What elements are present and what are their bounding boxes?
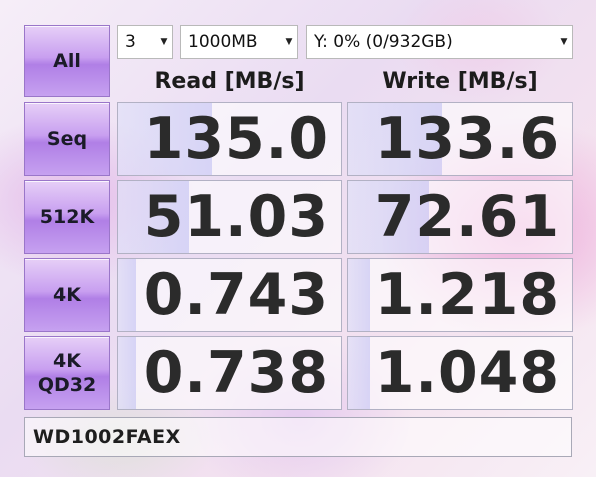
4k-read-number: 0.743 <box>143 262 329 328</box>
512k-write-value: 72.61 <box>347 180 573 254</box>
test-size-select[interactable]: 1000MB ▼ <box>180 25 298 59</box>
chevron-down-icon: ▼ <box>285 37 293 47</box>
4k-qd32-button-label-line1: 4K <box>53 350 81 372</box>
all-button[interactable]: All <box>24 25 110 97</box>
chevron-down-icon: ▼ <box>160 37 168 47</box>
test-count-select[interactable]: 3 ▼ <box>117 25 173 59</box>
test-count-value: 3 <box>125 32 136 52</box>
drive-select[interactable]: Y: 0% (0/932GB) ▼ <box>306 25 573 59</box>
512k-button-label: 512K <box>39 206 95 228</box>
write-column-header: Write [MB/s] <box>382 68 538 94</box>
4k-qd32-write-number: 1.048 <box>374 340 560 406</box>
512k-write-number: 72.61 <box>374 184 560 250</box>
4k-qd32-write-value: 1.048 <box>347 336 573 410</box>
crystaldiskmark-window: All 3 ▼ 1000MB ▼ Y: 0% (0/932GB) ▼ Read … <box>0 0 596 477</box>
4k-read-value: 0.743 <box>117 258 342 332</box>
seq-button[interactable]: Seq <box>24 102 110 176</box>
seq-read-value: 135.0 <box>117 102 342 176</box>
drive-value: Y: 0% (0/932GB) <box>314 32 453 52</box>
4k-button-label: 4K <box>53 284 81 306</box>
seq-button-label: Seq <box>46 128 88 150</box>
comment-field[interactable]: WD1002FAEX <box>24 417 572 457</box>
4k-write-value: 1.218 <box>347 258 573 332</box>
4k-qd32-button-label-line2: QD32 <box>37 374 97 396</box>
seq-read-number: 135.0 <box>143 106 329 172</box>
4k-qd32-read-number: 0.738 <box>143 340 329 406</box>
seq-write-value: 133.6 <box>347 102 573 176</box>
test-size-value: 1000MB <box>188 32 258 52</box>
4k-write-number: 1.218 <box>374 262 560 328</box>
512k-read-number: 51.03 <box>143 184 329 250</box>
512k-read-value: 51.03 <box>117 180 342 254</box>
4k-qd32-read-value: 0.738 <box>117 336 342 410</box>
4k-qd32-button[interactable]: 4K QD32 <box>24 336 110 410</box>
read-column-header: Read [MB/s] <box>154 68 305 94</box>
seq-write-number: 133.6 <box>374 106 560 172</box>
4k-button[interactable]: 4K <box>24 258 110 332</box>
512k-button[interactable]: 512K <box>24 180 110 254</box>
all-button-label: All <box>53 50 81 72</box>
chevron-down-icon: ▼ <box>560 37 568 47</box>
